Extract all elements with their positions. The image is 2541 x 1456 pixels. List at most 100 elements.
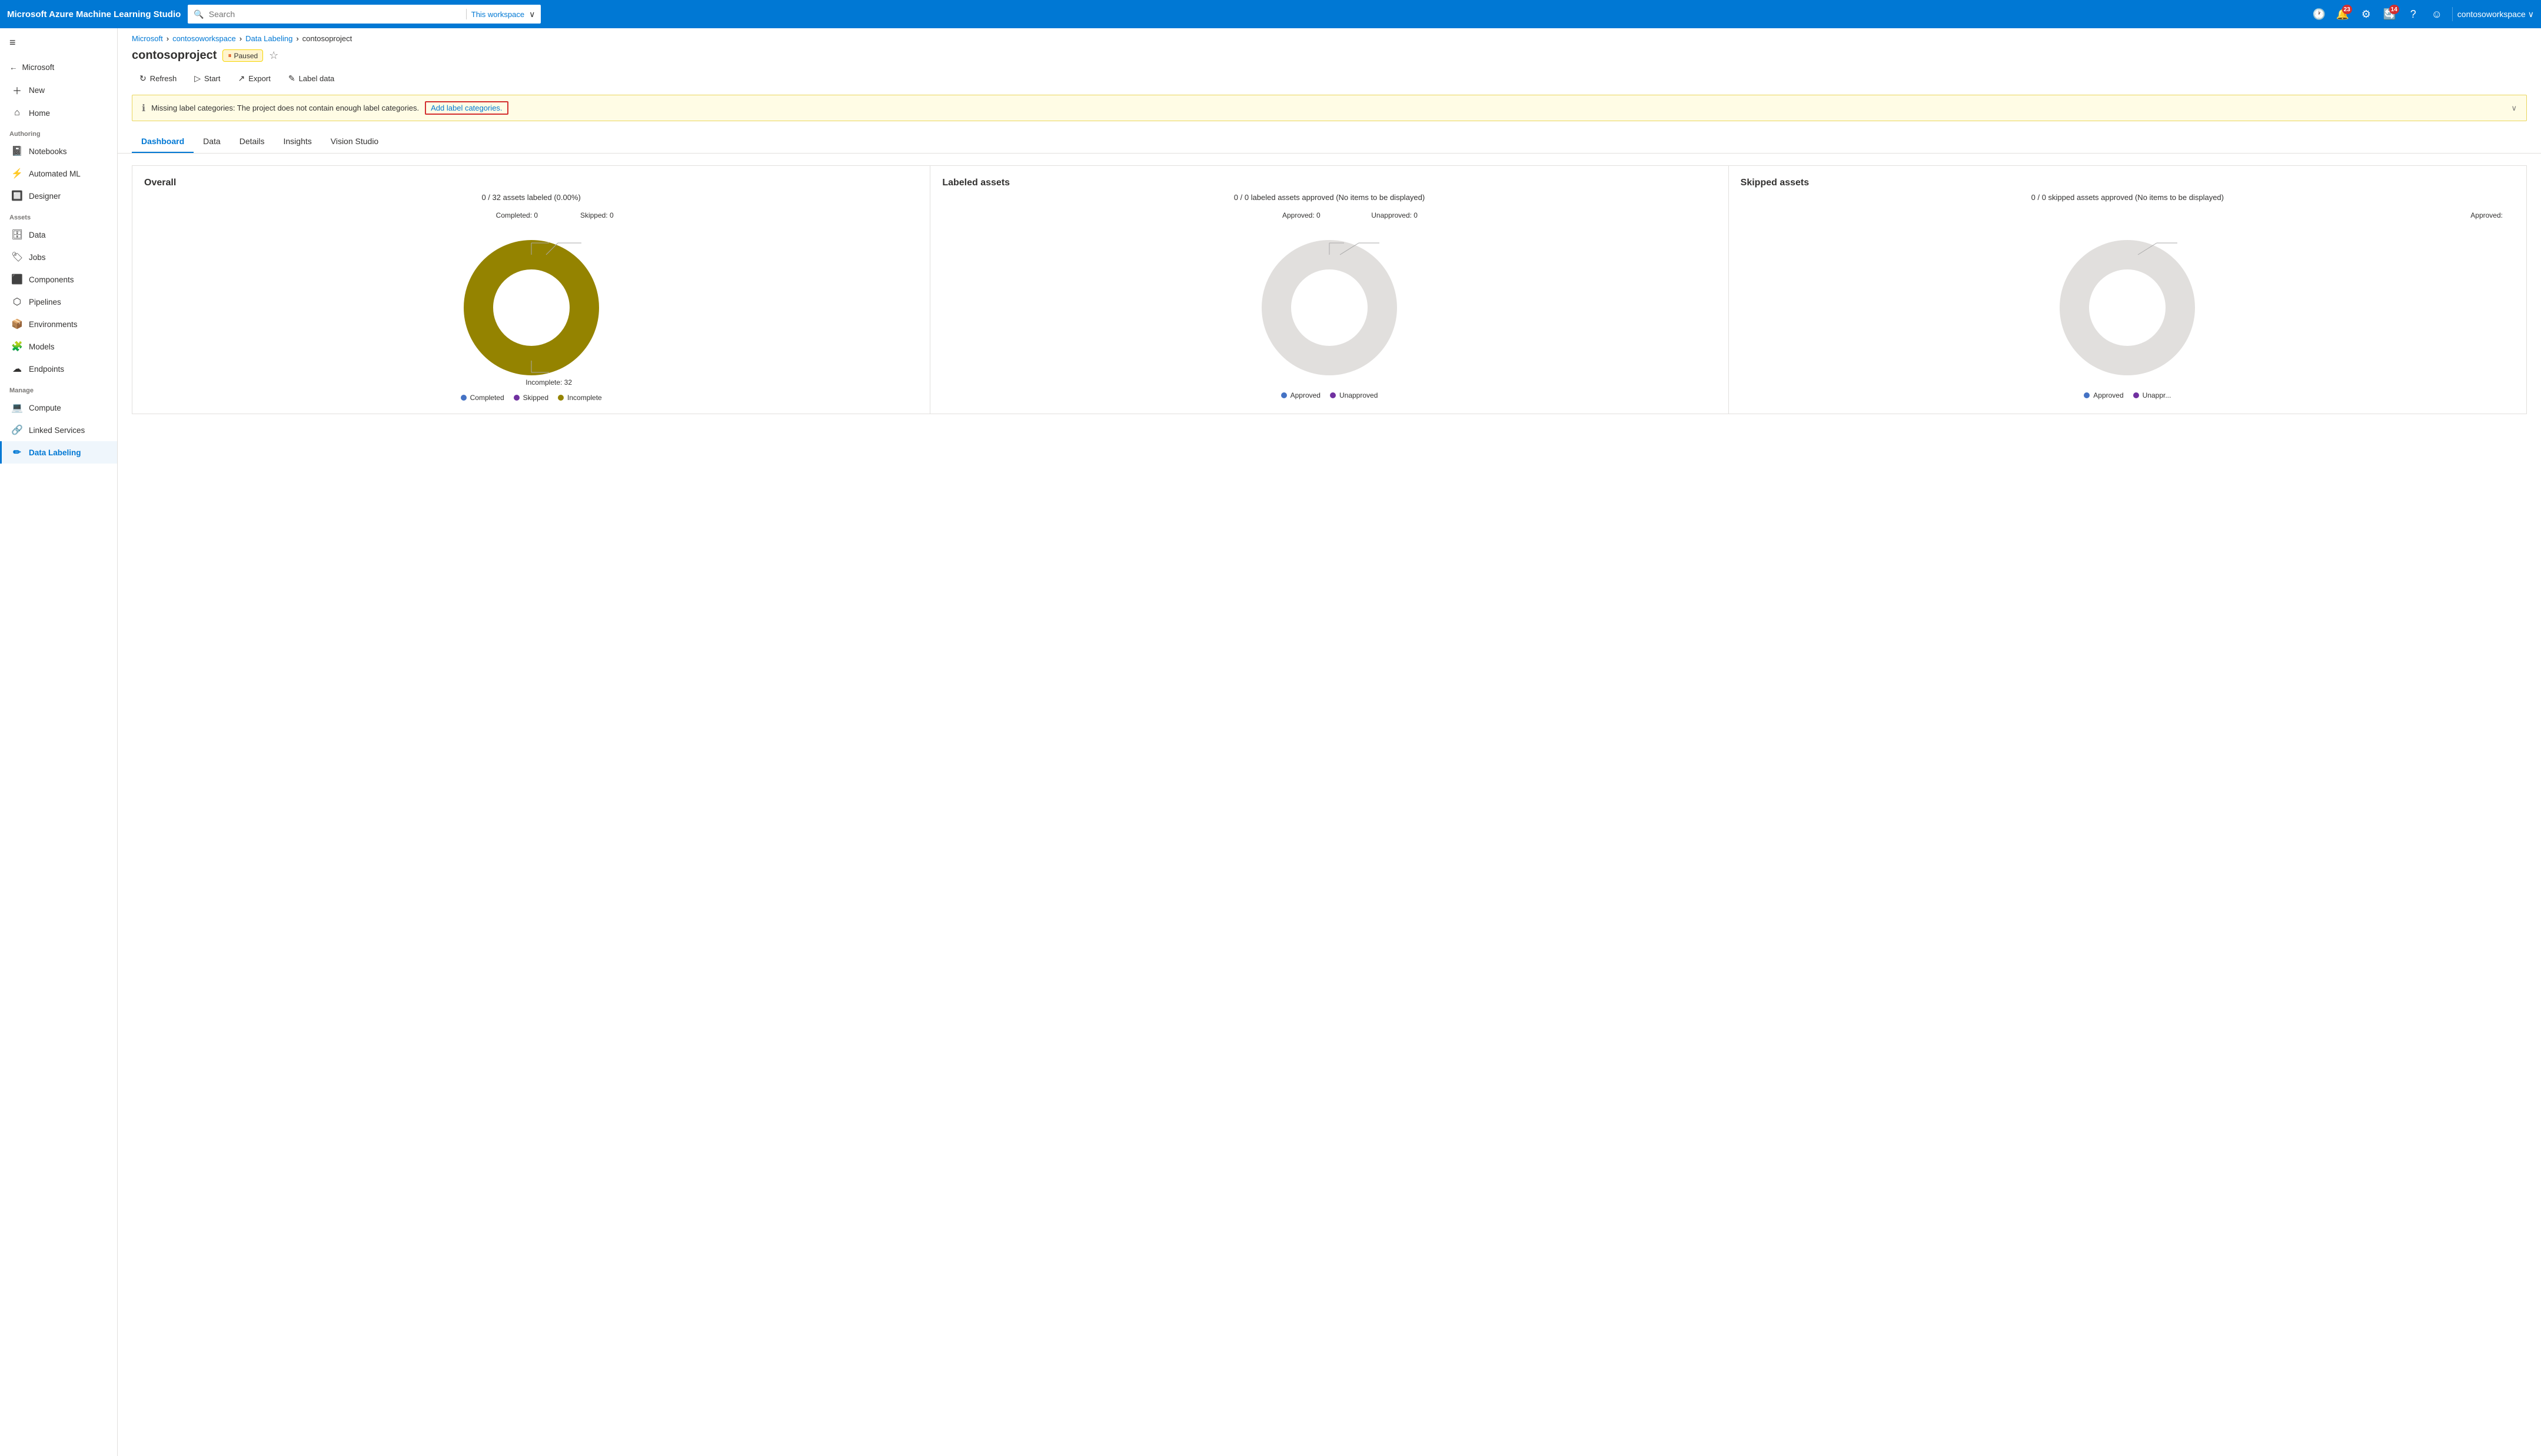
sidebar-item-microsoft[interactable]: ← Microsoft — [0, 57, 117, 78]
legend-completed-label: Completed — [470, 394, 504, 402]
labeled-card-subtitle: 0 / 0 labeled assets approved (No items … — [942, 193, 1716, 202]
sidebar-item-compute[interactable]: 💻 Compute — [0, 397, 117, 419]
tab-vision-studio[interactable]: Vision Studio — [321, 131, 388, 153]
skipped-chart-container: Approved: — [1741, 211, 2515, 399]
clock-button[interactable]: 🕐 — [2309, 4, 2330, 25]
export-button[interactable]: ↗ Export — [231, 69, 278, 88]
workspace-selector[interactable]: contosoworkspace ∨ — [2457, 9, 2534, 19]
environments-icon: 📦 — [11, 318, 23, 330]
search-input[interactable] — [209, 9, 461, 19]
overall-donut — [455, 231, 608, 384]
updates-button[interactable]: 🔄 14 — [2379, 4, 2400, 25]
legend-skipped-unapproved: Unappr... — [2133, 391, 2171, 399]
export-label: Export — [248, 74, 271, 83]
search-bar[interactable]: 🔍 This workspace ∨ — [188, 5, 541, 24]
breadcrumb-microsoft[interactable]: Microsoft — [132, 34, 163, 43]
legend-incomplete: Incomplete — [558, 394, 602, 402]
feedback-button[interactable]: ☺ — [2426, 4, 2447, 25]
start-button[interactable]: ▷ Start — [187, 69, 228, 88]
sidebar-data-label: Data — [29, 231, 46, 239]
sidebar-item-endpoints[interactable]: ☁ Endpoints — [0, 358, 117, 380]
add-label-categories-link[interactable]: Add label categories. — [425, 101, 508, 115]
refresh-button[interactable]: ↻ Refresh — [132, 69, 184, 88]
components-icon: ⬛ — [11, 274, 23, 285]
legend-approved: Approved — [1281, 391, 1321, 399]
info-icon: ℹ — [142, 102, 145, 114]
sidebar-data-labeling-label: Data Labeling — [29, 448, 81, 457]
tab-data[interactable]: Data — [194, 131, 230, 153]
plus-icon: ＋ — [11, 83, 23, 97]
sidebar-item-linked-services[interactable]: 🔗 Linked Services — [0, 419, 117, 441]
skipped-unapproved-dot — [2133, 392, 2139, 398]
legend-unapproved-label: Unapproved — [1339, 391, 1378, 399]
overall-card-subtitle: 0 / 32 assets labeled (0.00%) — [144, 193, 918, 202]
smiley-icon: ☺ — [2432, 8, 2442, 21]
sidebar-item-home[interactable]: ⌂ Home — [0, 102, 117, 124]
sidebar: ≡ ← Microsoft ＋ New ⌂ Home Authoring 📓 N… — [0, 28, 118, 1456]
search-scope-chevron[interactable]: ∨ — [529, 9, 535, 19]
sidebar-item-notebooks[interactable]: 📓 Notebooks — [0, 140, 117, 162]
skipped-dot — [514, 395, 520, 401]
overall-card: Overall 0 / 32 assets labeled (0.00%) Co… — [132, 166, 930, 414]
start-label: Start — [204, 74, 220, 83]
sidebar-item-pipelines[interactable]: ⬡ Pipelines — [0, 291, 117, 313]
manage-section-label: Manage — [0, 380, 117, 397]
sidebar-item-new[interactable]: ＋ New — [0, 78, 117, 102]
sidebar-environments-label: Environments — [29, 320, 78, 329]
sidebar-designer-label: Designer — [29, 192, 61, 201]
sidebar-home-label: Home — [29, 109, 50, 118]
assets-section-label: Assets — [0, 207, 117, 224]
favorite-star[interactable]: ☆ — [269, 49, 278, 62]
sidebar-new-label: New — [29, 86, 45, 95]
topbar-divider — [2452, 7, 2453, 21]
sidebar-models-label: Models — [29, 342, 55, 351]
endpoints-icon: ☁ — [11, 363, 23, 375]
notifications-button[interactable]: 🔔 23 — [2332, 4, 2353, 25]
sidebar-item-data-labeling[interactable]: ✏ Data Labeling — [0, 441, 117, 464]
export-icon: ↗ — [238, 74, 245, 84]
data-labeling-icon: ✏ — [11, 447, 23, 458]
labeled-card-title: Labeled assets — [942, 178, 1716, 188]
compute-icon: 💻 — [11, 402, 23, 414]
skipped-approved-callout: Approved: — [2470, 211, 2503, 229]
workspace-chevron: ∨ — [2528, 9, 2534, 19]
refresh-icon: ↻ — [139, 74, 147, 84]
help-button[interactable]: ? — [2403, 4, 2424, 25]
home-icon: ⌂ — [11, 108, 23, 118]
overall-chart-container: Completed: 0 Skipped: 0 — [144, 211, 918, 402]
sidebar-item-components[interactable]: ⬛ Components — [0, 268, 117, 291]
search-scope[interactable]: This workspace — [471, 10, 524, 19]
warning-collapse-icon[interactable]: ∨ — [2511, 104, 2517, 113]
breadcrumb-data-labeling[interactable]: Data Labeling — [245, 34, 292, 43]
models-icon: 🧩 — [11, 341, 23, 352]
automl-icon: ⚡ — [11, 168, 23, 179]
clock-icon: 🕐 — [2313, 8, 2326, 21]
sidebar-item-data[interactable]: 🗄 Data — [0, 224, 117, 246]
search-divider — [466, 9, 467, 19]
sidebar-item-environments[interactable]: 📦 Environments — [0, 313, 117, 335]
skipped-approved-dot — [2084, 392, 2090, 398]
pipelines-icon: ⬡ — [11, 296, 23, 308]
sidebar-item-designer[interactable]: 🔲 Designer — [0, 185, 117, 207]
sidebar-item-jobs[interactable]: 🏷 Jobs — [0, 246, 117, 268]
page-header: contosoproject ⏸ Paused ☆ — [118, 46, 2541, 69]
sidebar-item-models[interactable]: 🧩 Models — [0, 335, 117, 358]
label-data-button[interactable]: ✎ Label data — [281, 69, 342, 88]
tab-details[interactable]: Details — [230, 131, 274, 153]
overall-legend: Completed Skipped Incomplete — [461, 394, 602, 402]
sidebar-endpoints-label: Endpoints — [29, 365, 64, 374]
unapproved-dot — [1330, 392, 1336, 398]
settings-button[interactable]: ⚙ — [2356, 4, 2377, 25]
sidebar-item-automated-ml[interactable]: ⚡ Automated ML — [0, 162, 117, 185]
notebooks-icon: 📓 — [11, 145, 23, 157]
approved-callout: Approved: 0 — [1282, 211, 1321, 219]
hamburger-button[interactable]: ≡ — [0, 28, 117, 57]
sidebar-microsoft-label: Microsoft — [22, 63, 55, 72]
skipped-card-subtitle: 0 / 0 skipped assets approved (No items … — [1741, 193, 2515, 202]
breadcrumb-workspace[interactable]: contosoworkspace — [172, 34, 236, 43]
tab-insights[interactable]: Insights — [274, 131, 321, 153]
tab-dashboard[interactable]: Dashboard — [132, 131, 194, 153]
legend-completed: Completed — [461, 394, 504, 402]
breadcrumb-sep-1: › — [167, 34, 169, 43]
labeled-card: Labeled assets 0 / 0 labeled assets appr… — [930, 166, 1728, 414]
